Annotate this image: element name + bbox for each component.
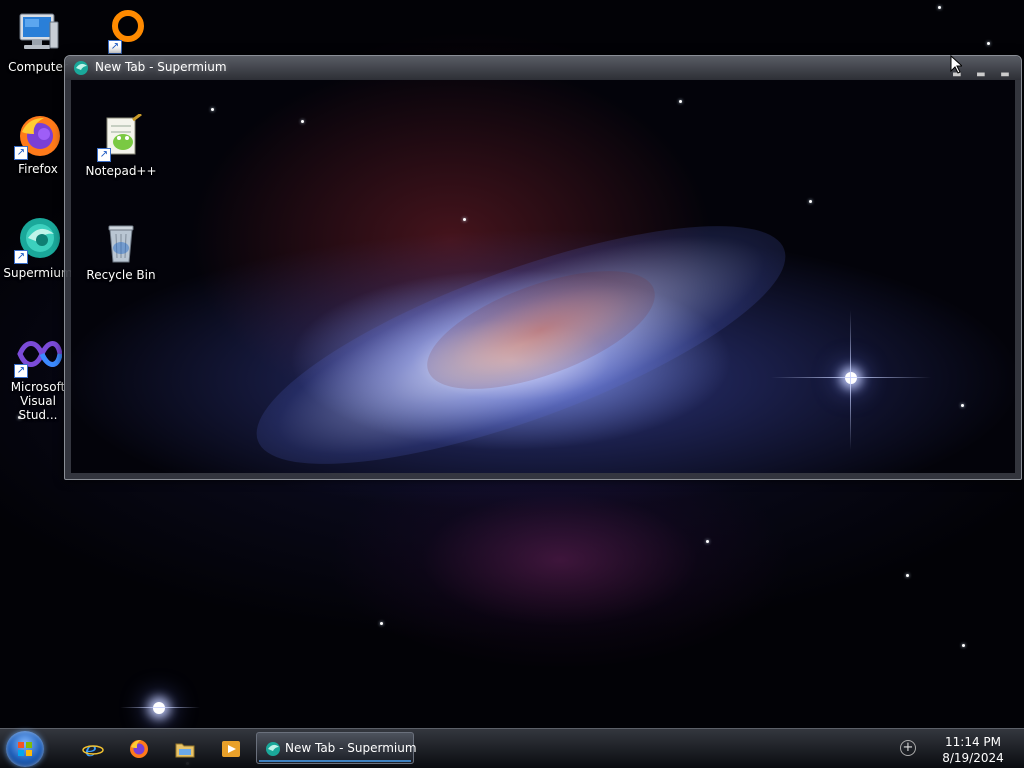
window-title: New Tab - Supermium: [95, 60, 227, 74]
quick-launch-media-player[interactable]: [220, 738, 242, 760]
supermium-icon: ↗: [14, 216, 62, 264]
shortcut-arrow-icon: ↗: [14, 250, 28, 264]
taskbar-button-label: New Tab - Supermium: [285, 741, 417, 755]
supermium-icon: [73, 60, 89, 76]
mouse-cursor-icon: [950, 55, 962, 74]
file-explorer-icon: [175, 743, 195, 758]
star: [987, 42, 990, 45]
star: [463, 218, 466, 221]
quick-launch-file-explorer[interactable]: [174, 738, 196, 760]
star: [938, 6, 941, 9]
window-titlebar[interactable]: New Tab - Supermium ▬ ▬ ▬: [65, 56, 1021, 80]
star: [961, 404, 964, 407]
shortcut-arrow-icon: ↗: [14, 364, 28, 378]
svg-text:e: e: [85, 738, 97, 760]
internet-explorer-icon: e: [82, 737, 104, 761]
start-button[interactable]: [6, 731, 44, 767]
supermium-icon: [266, 742, 280, 756]
taskbar-button-supermium[interactable]: New Tab - Supermium: [256, 732, 417, 764]
star-spike: [771, 377, 931, 378]
star: [679, 100, 682, 103]
bright-star: [153, 702, 165, 714]
star: [706, 540, 709, 543]
desktop-icon-label: Recycle Bin: [86, 268, 156, 282]
tray-expand-icon[interactable]: +: [900, 740, 916, 756]
star: [211, 108, 214, 111]
shortcut-arrow-icon: ↗: [108, 40, 122, 54]
bright-star: [845, 372, 857, 384]
browser-window[interactable]: New Tab - Supermium ▬ ▬ ▬ ↗ Notepad++ Re…: [64, 55, 1022, 480]
clock-date: 8/19/2024: [942, 751, 1004, 765]
star: [380, 622, 383, 625]
firefox-icon: ↗: [14, 112, 62, 160]
desktop-icon-orange-app[interactable]: ↗: [84, 6, 160, 56]
recycle-bin-icon: [97, 218, 145, 266]
desktop-icon-notepad-plus-plus[interactable]: ↗ Notepad++: [83, 112, 159, 178]
quick-launch-internet-explorer[interactable]: e: [82, 737, 104, 761]
orange-ring-app-icon: ↗: [98, 6, 146, 54]
desktop-icon-label: Notepad++: [85, 164, 157, 178]
quick-launch-firefox[interactable]: [128, 738, 150, 760]
system-clock[interactable]: 11:14 PM 8/19/2024: [930, 734, 1016, 766]
star: [809, 200, 812, 203]
shortcut-arrow-icon: ↗: [97, 148, 111, 162]
taskbar: e New Tab - Supermium + 11:14 PM 8/19/20…: [0, 728, 1024, 768]
star: [906, 574, 909, 577]
visual-studio-icon: ↗: [14, 330, 63, 378]
desktop-icon-recycle-bin[interactable]: Recycle Bin: [83, 218, 159, 282]
star: [301, 120, 304, 123]
star-spike: [850, 310, 851, 450]
star-spike: [120, 707, 200, 708]
active-indicator: [259, 760, 411, 762]
windows-start-orb-icon: [18, 742, 32, 756]
firefox-icon: [130, 740, 148, 758]
computer-icon: [14, 10, 62, 58]
star: [962, 644, 965, 647]
shortcut-arrow-icon: ↗: [14, 146, 28, 160]
clock-time: 11:14 PM: [945, 735, 1001, 749]
notepad-plus-plus-icon: ↗: [97, 112, 145, 162]
browser-content-area[interactable]: ↗ Notepad++ Recycle Bin: [71, 80, 1015, 473]
media-player-icon: [222, 741, 240, 757]
